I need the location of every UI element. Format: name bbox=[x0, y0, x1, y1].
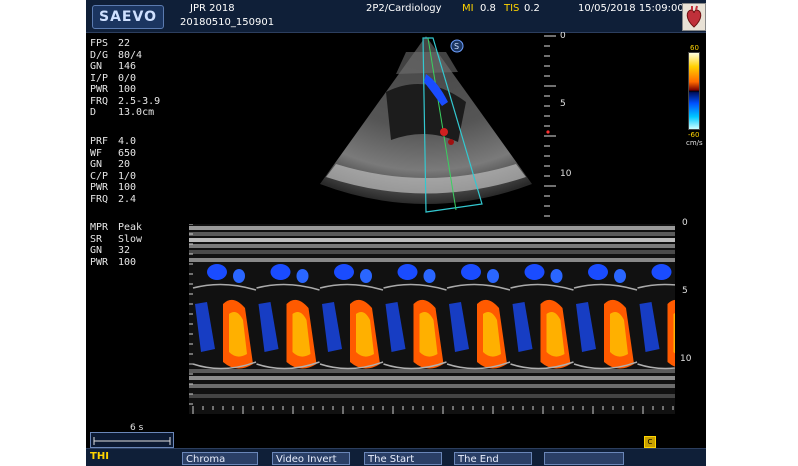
bmode-depth-label: 0 bbox=[560, 32, 566, 41]
the-start-button[interactable]: The Start bbox=[364, 452, 442, 465]
the-end-button[interactable]: The End bbox=[454, 452, 532, 465]
flow-blue-top bbox=[360, 269, 372, 283]
flow-blue-top bbox=[233, 269, 245, 283]
flow-blue-top bbox=[588, 264, 608, 280]
focus-marker-icon: S bbox=[450, 39, 464, 53]
mmode-depth-label-0: 0 bbox=[682, 218, 688, 228]
flow-blue-top bbox=[423, 269, 436, 283]
color-scale-min: -60 bbox=[688, 131, 700, 139]
probe-preset: 2P2/Cardiology bbox=[366, 3, 442, 14]
heart-icon bbox=[682, 3, 706, 31]
flow-blue-top bbox=[334, 264, 354, 280]
time-scale-bar[interactable] bbox=[90, 432, 174, 448]
video-invert-button[interactable]: Video Invert bbox=[272, 452, 350, 465]
svg-text:S: S bbox=[454, 42, 459, 51]
tissue-band bbox=[189, 250, 675, 254]
flow-yellow-core bbox=[673, 313, 675, 354]
param-label: SR bbox=[90, 233, 103, 245]
top-header-bar: SAEVO JPR 2018 20180510_150901 2P2/Cardi… bbox=[86, 0, 706, 33]
param-label: PWR bbox=[90, 256, 109, 268]
brand-logo: SAEVO bbox=[92, 5, 164, 29]
flow-blue-top bbox=[550, 269, 563, 283]
mmode-trace bbox=[189, 224, 675, 414]
param-value: 100 bbox=[118, 256, 137, 268]
bmode-depth-label: 5 bbox=[560, 99, 566, 109]
tissue-band bbox=[189, 384, 675, 388]
flow-blue-top bbox=[270, 264, 291, 280]
focus-dot bbox=[546, 130, 550, 134]
tissue-band bbox=[189, 394, 675, 398]
flow-blue-top bbox=[524, 264, 545, 280]
flow-blue-top bbox=[207, 264, 227, 280]
mmode-depth-label-5: 5 bbox=[682, 286, 688, 296]
ultrasound-screen: SAEVO JPR 2018 20180510_150901 2P2/Cardi… bbox=[86, 0, 706, 466]
mi-value: 0.8 bbox=[480, 3, 496, 14]
mode-label: THI bbox=[90, 451, 109, 462]
datetime: 10/05/2018 15:09:00 bbox=[578, 3, 684, 14]
flow-blue-top bbox=[651, 264, 672, 280]
flow-blue-top bbox=[614, 269, 626, 283]
param-row: GN 32 bbox=[90, 245, 130, 257]
tissue-band bbox=[189, 232, 675, 236]
bmode-depth-label: 10 bbox=[560, 169, 572, 179]
tissue-band bbox=[189, 244, 675, 248]
study-id: 20180510_150901 bbox=[180, 17, 275, 28]
tis-label: TIS bbox=[504, 3, 520, 14]
softkey-bar: Chroma Video Invert The Start The End bbox=[86, 448, 706, 466]
flow-blue-top bbox=[461, 264, 481, 280]
mmode-trace-graphic bbox=[189, 224, 675, 414]
cine-indicator-icon[interactable]: C bbox=[644, 436, 656, 448]
flow-blue-top bbox=[296, 269, 309, 283]
flow-blue-top bbox=[397, 264, 418, 280]
color-scale-max: 60 bbox=[690, 44, 699, 52]
tissue-band bbox=[189, 226, 675, 230]
mi-label: MI bbox=[462, 3, 474, 14]
param-value: Slow bbox=[118, 233, 143, 245]
tis-value: 0.2 bbox=[524, 3, 540, 14]
color-scale-bar bbox=[688, 52, 700, 130]
institution-name: JPR 2018 bbox=[190, 3, 235, 14]
tissue-band bbox=[189, 369, 675, 373]
empty-softkey[interactable] bbox=[544, 452, 624, 465]
tissue-band bbox=[189, 258, 675, 262]
color-scale-unit: cm/s bbox=[686, 139, 703, 147]
bmode-image: S 0 5 10 bbox=[320, 32, 572, 217]
chroma-button[interactable]: Chroma bbox=[182, 452, 258, 465]
flow-blue-top bbox=[487, 269, 499, 283]
param-row: PWR 100 bbox=[90, 256, 136, 269]
param-value: 32 bbox=[118, 245, 131, 256]
mmode-depth-label-10: 10 bbox=[680, 354, 692, 364]
param-label: GN bbox=[90, 245, 103, 256]
bmode-depth-scale: 0 5 10 bbox=[544, 32, 572, 217]
tissue-band bbox=[189, 238, 675, 242]
tissue-band bbox=[189, 376, 675, 380]
param-row: SR Slow bbox=[90, 233, 142, 246]
mmode-parameters: MPR Peak SR Slow GN 32 PWR 100 bbox=[90, 222, 142, 269]
